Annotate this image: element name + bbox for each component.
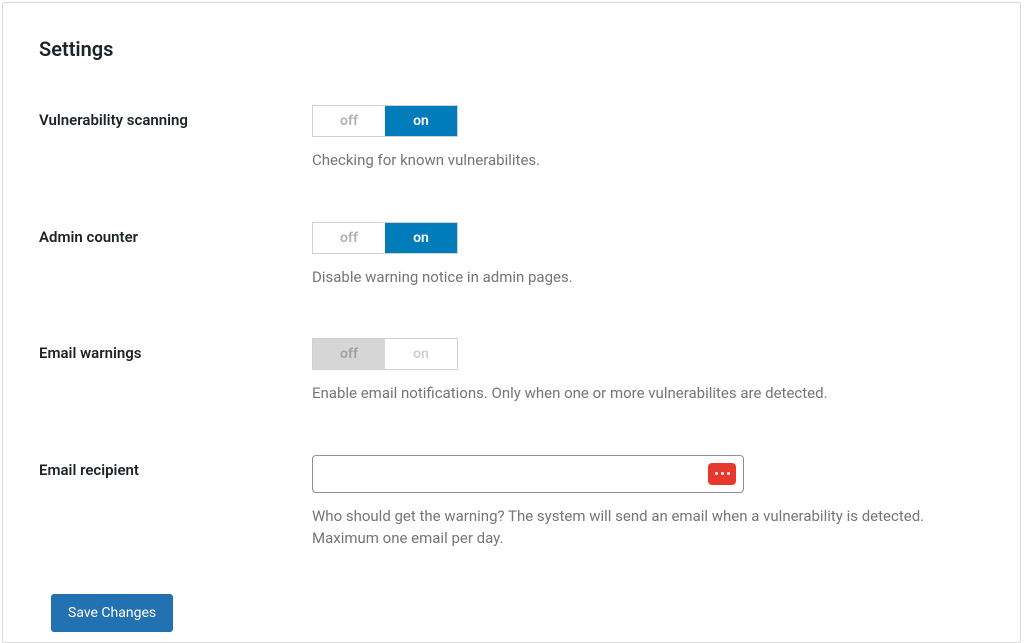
control-admin-counter: off on Disable warning notice in admin p… — [312, 222, 984, 289]
label-vulnerability-scanning: Vulnerability scanning — [39, 105, 312, 129]
row-admin-counter: Admin counter off on Disable warning not… — [39, 222, 984, 289]
toggle-admin-counter[interactable]: off on — [312, 222, 458, 254]
page-title: Settings — [39, 37, 984, 61]
save-changes-button[interactable]: Save Changes — [51, 594, 173, 632]
toggle-on[interactable]: on — [385, 106, 457, 136]
row-email-recipient: Email recipient Who should get the warni… — [39, 455, 984, 550]
toggle-on[interactable]: on — [385, 223, 457, 253]
description-email-recipient: Who should get the warning? The system w… — [312, 505, 972, 550]
row-vulnerability-scanning: Vulnerability scanning off on Checking f… — [39, 105, 984, 172]
row-email-warnings: Email warnings off on Enable email notif… — [39, 338, 984, 405]
toggle-vulnerability-scanning[interactable]: off on — [312, 105, 458, 137]
toggle-email-warnings[interactable]: off on — [312, 338, 458, 370]
label-admin-counter: Admin counter — [39, 222, 312, 246]
toggle-off[interactable]: off — [313, 339, 385, 369]
description-vulnerability-scanning: Checking for known vulnerabilites. — [312, 149, 972, 172]
email-recipient-input[interactable] — [312, 455, 744, 493]
password-manager-icon[interactable] — [708, 463, 736, 485]
control-vulnerability-scanning: off on Checking for known vulnerabilites… — [312, 105, 984, 172]
label-email-warnings: Email warnings — [39, 338, 312, 362]
settings-panel: Settings Vulnerability scanning off on C… — [2, 2, 1021, 643]
description-email-warnings: Enable email notifications. Only when on… — [312, 382, 972, 405]
label-email-recipient: Email recipient — [39, 455, 312, 479]
description-admin-counter: Disable warning notice in admin pages. — [312, 266, 972, 289]
toggle-off[interactable]: off — [313, 106, 385, 136]
control-email-recipient: Who should get the warning? The system w… — [312, 455, 984, 550]
toggle-on[interactable]: on — [385, 339, 457, 369]
toggle-off[interactable]: off — [313, 223, 385, 253]
control-email-warnings: off on Enable email notifications. Only … — [312, 338, 984, 405]
email-recipient-input-wrap — [312, 455, 744, 493]
